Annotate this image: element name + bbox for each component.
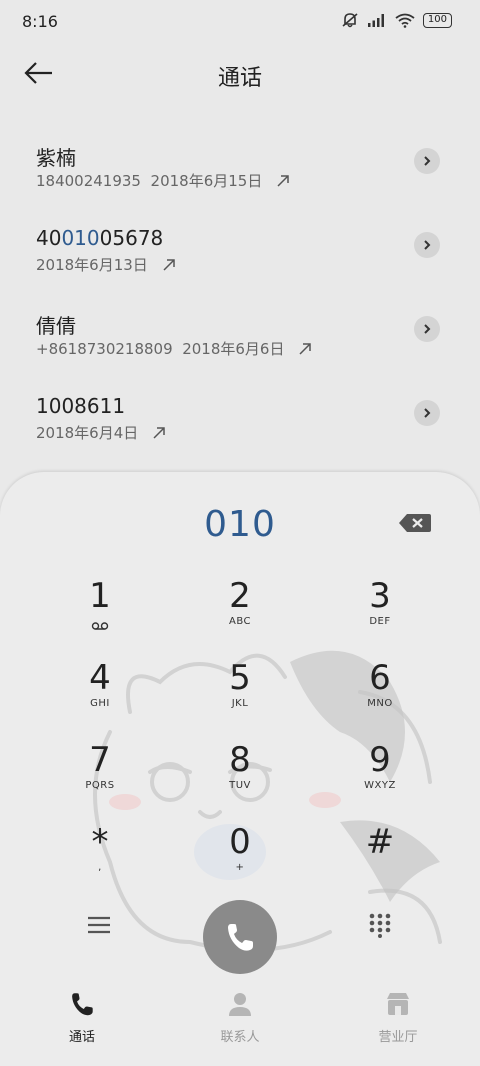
status-time: 8:16 <box>22 12 58 31</box>
battery-indicator: 100 <box>422 12 452 28</box>
phone-number: 18400241935 <box>36 172 141 190</box>
call-detail: 18400241935 2018年6月15日 <box>36 170 290 191</box>
phone-icon <box>228 924 253 951</box>
call-detail-button[interactable] <box>414 316 440 342</box>
key-2[interactable]: 2 ABC <box>190 576 290 648</box>
person-icon <box>229 993 251 1016</box>
key-letters: MNO <box>367 698 393 709</box>
outgoing-call-icon <box>299 342 312 355</box>
menu-icon <box>88 916 110 934</box>
status-icons: 100 <box>341 12 452 28</box>
key-letters: GHI <box>90 698 110 709</box>
call-date: 2018年6月4日 <box>36 424 139 442</box>
nav-tab-store[interactable]: 营业厅 <box>348 990 448 1045</box>
muted-bell-icon <box>342 13 358 28</box>
number-match-highlight: 010 <box>61 226 100 250</box>
key-3[interactable]: 3 DEF <box>330 576 430 648</box>
phone-icon <box>72 993 93 1016</box>
key-letters: PQRS <box>85 780 115 791</box>
bottom-nav: 通话 联系人 营业厅 <box>0 990 480 1066</box>
backspace-button[interactable] <box>398 512 432 534</box>
call-log-item[interactable]: 1008611 2018年6月4日 <box>0 394 480 478</box>
key-6[interactable]: 6 MNO <box>330 658 430 730</box>
nav-tab-contacts[interactable]: 联系人 <box>190 990 290 1045</box>
key-5[interactable]: 5 JKL <box>190 658 290 730</box>
call-button[interactable] <box>203 900 277 974</box>
call-detail-button[interactable] <box>414 148 440 174</box>
call-date: 2018年6月15日 <box>150 172 263 190</box>
number-part: 40 <box>36 226 62 250</box>
call-detail-button[interactable] <box>414 232 440 258</box>
key-letters: DEF <box>369 616 391 627</box>
key-hash[interactable]: # <box>330 822 430 894</box>
call-date: 2018年6月6日 <box>182 340 285 358</box>
key-letters: ABC <box>228 616 251 627</box>
key-digit: 7 <box>89 740 111 780</box>
call-log-item[interactable]: 倩倩 +8618730218809 2018年6月6日 <box>0 310 480 394</box>
call-log-item[interactable]: 紫楠 18400241935 2018年6月15日 <box>0 142 480 226</box>
page-title: 通话 <box>217 66 262 91</box>
phone-number: +8618730218809 <box>36 340 173 358</box>
key-letters: TUV <box>229 780 251 791</box>
call-number-date: 18400241935 2018年6月15日 <box>36 170 262 191</box>
key-7[interactable]: 7 PQRS <box>50 740 150 812</box>
backspace-icon <box>399 514 431 532</box>
dialpad-icon <box>369 913 391 938</box>
call-detail: 2018年6月4日 <box>36 422 166 443</box>
call-detail: 2018年6月13日 <box>36 254 176 275</box>
key-letters: + <box>235 862 245 873</box>
menu-button[interactable] <box>86 914 114 938</box>
nav-label: 联系人 <box>220 1030 260 1045</box>
store-icon <box>387 993 409 1015</box>
call-detail: +8618730218809 2018年6月6日 <box>36 338 312 359</box>
key-digit: 9 <box>369 740 391 780</box>
key-digit: 5 <box>229 658 251 698</box>
key-star[interactable]: * , <box>50 822 150 894</box>
outgoing-call-icon <box>153 426 166 439</box>
outgoing-call-icon <box>163 258 175 271</box>
chevron-right-icon <box>424 156 431 166</box>
key-digit: # <box>365 822 395 862</box>
key-digit: 6 <box>369 658 391 698</box>
key-letters: , <box>98 862 102 873</box>
status-bar: 8:16 100 <box>0 0 480 44</box>
chevron-right-icon <box>424 240 431 250</box>
key-8[interactable]: 8 TUV <box>190 740 290 812</box>
chevron-right-icon <box>424 324 431 334</box>
key-digit: * <box>91 822 109 862</box>
nav-label: 营业厅 <box>378 1030 418 1045</box>
key-digit: 2 <box>229 576 251 616</box>
key-9[interactable]: 9 WXYZ <box>330 740 430 812</box>
contact-name: 紫楠 <box>36 146 76 170</box>
nav-tab-calls[interactable]: 通话 <box>32 990 132 1045</box>
key-digit: 4 <box>89 658 111 698</box>
call-detail-button[interactable] <box>414 400 440 426</box>
number-part: 05678 <box>99 226 164 250</box>
dial-panel: 010 1 2 ABC 3 DEF 4 GHI 5 JKL 6 MNO 7 PQ… <box>0 472 480 1066</box>
signal-icon <box>367 14 384 27</box>
call-date: 2018年6月13日 <box>36 256 148 274</box>
contact-name: 4001005678 <box>36 226 163 250</box>
contact-name: 1008611 <box>36 394 126 418</box>
key-digit: 8 <box>229 740 251 780</box>
key-letters: JKL <box>231 698 249 709</box>
key-digit: 3 <box>369 576 391 616</box>
key-letters: WXYZ <box>364 780 396 791</box>
contact-name: 倩倩 <box>36 314 76 338</box>
key-0[interactable]: 0 + <box>190 822 290 894</box>
call-log-item[interactable]: 4001005678 2018年6月13日 <box>0 226 480 310</box>
key-4[interactable]: 4 GHI <box>50 658 150 730</box>
nav-label: 通话 <box>68 1030 95 1045</box>
voicemail-icon <box>91 622 109 630</box>
chevron-right-icon <box>424 408 431 418</box>
header: 通话 <box>0 50 480 100</box>
key-digit: 0 <box>229 822 251 862</box>
keypad-toggle-button[interactable] <box>368 912 394 938</box>
call-number-date: +8618730218809 2018年6月6日 <box>36 338 284 359</box>
wifi-icon <box>395 13 415 28</box>
key-1[interactable]: 1 <box>50 576 150 648</box>
key-digit: 1 <box>89 576 111 616</box>
outgoing-call-icon <box>277 174 290 187</box>
